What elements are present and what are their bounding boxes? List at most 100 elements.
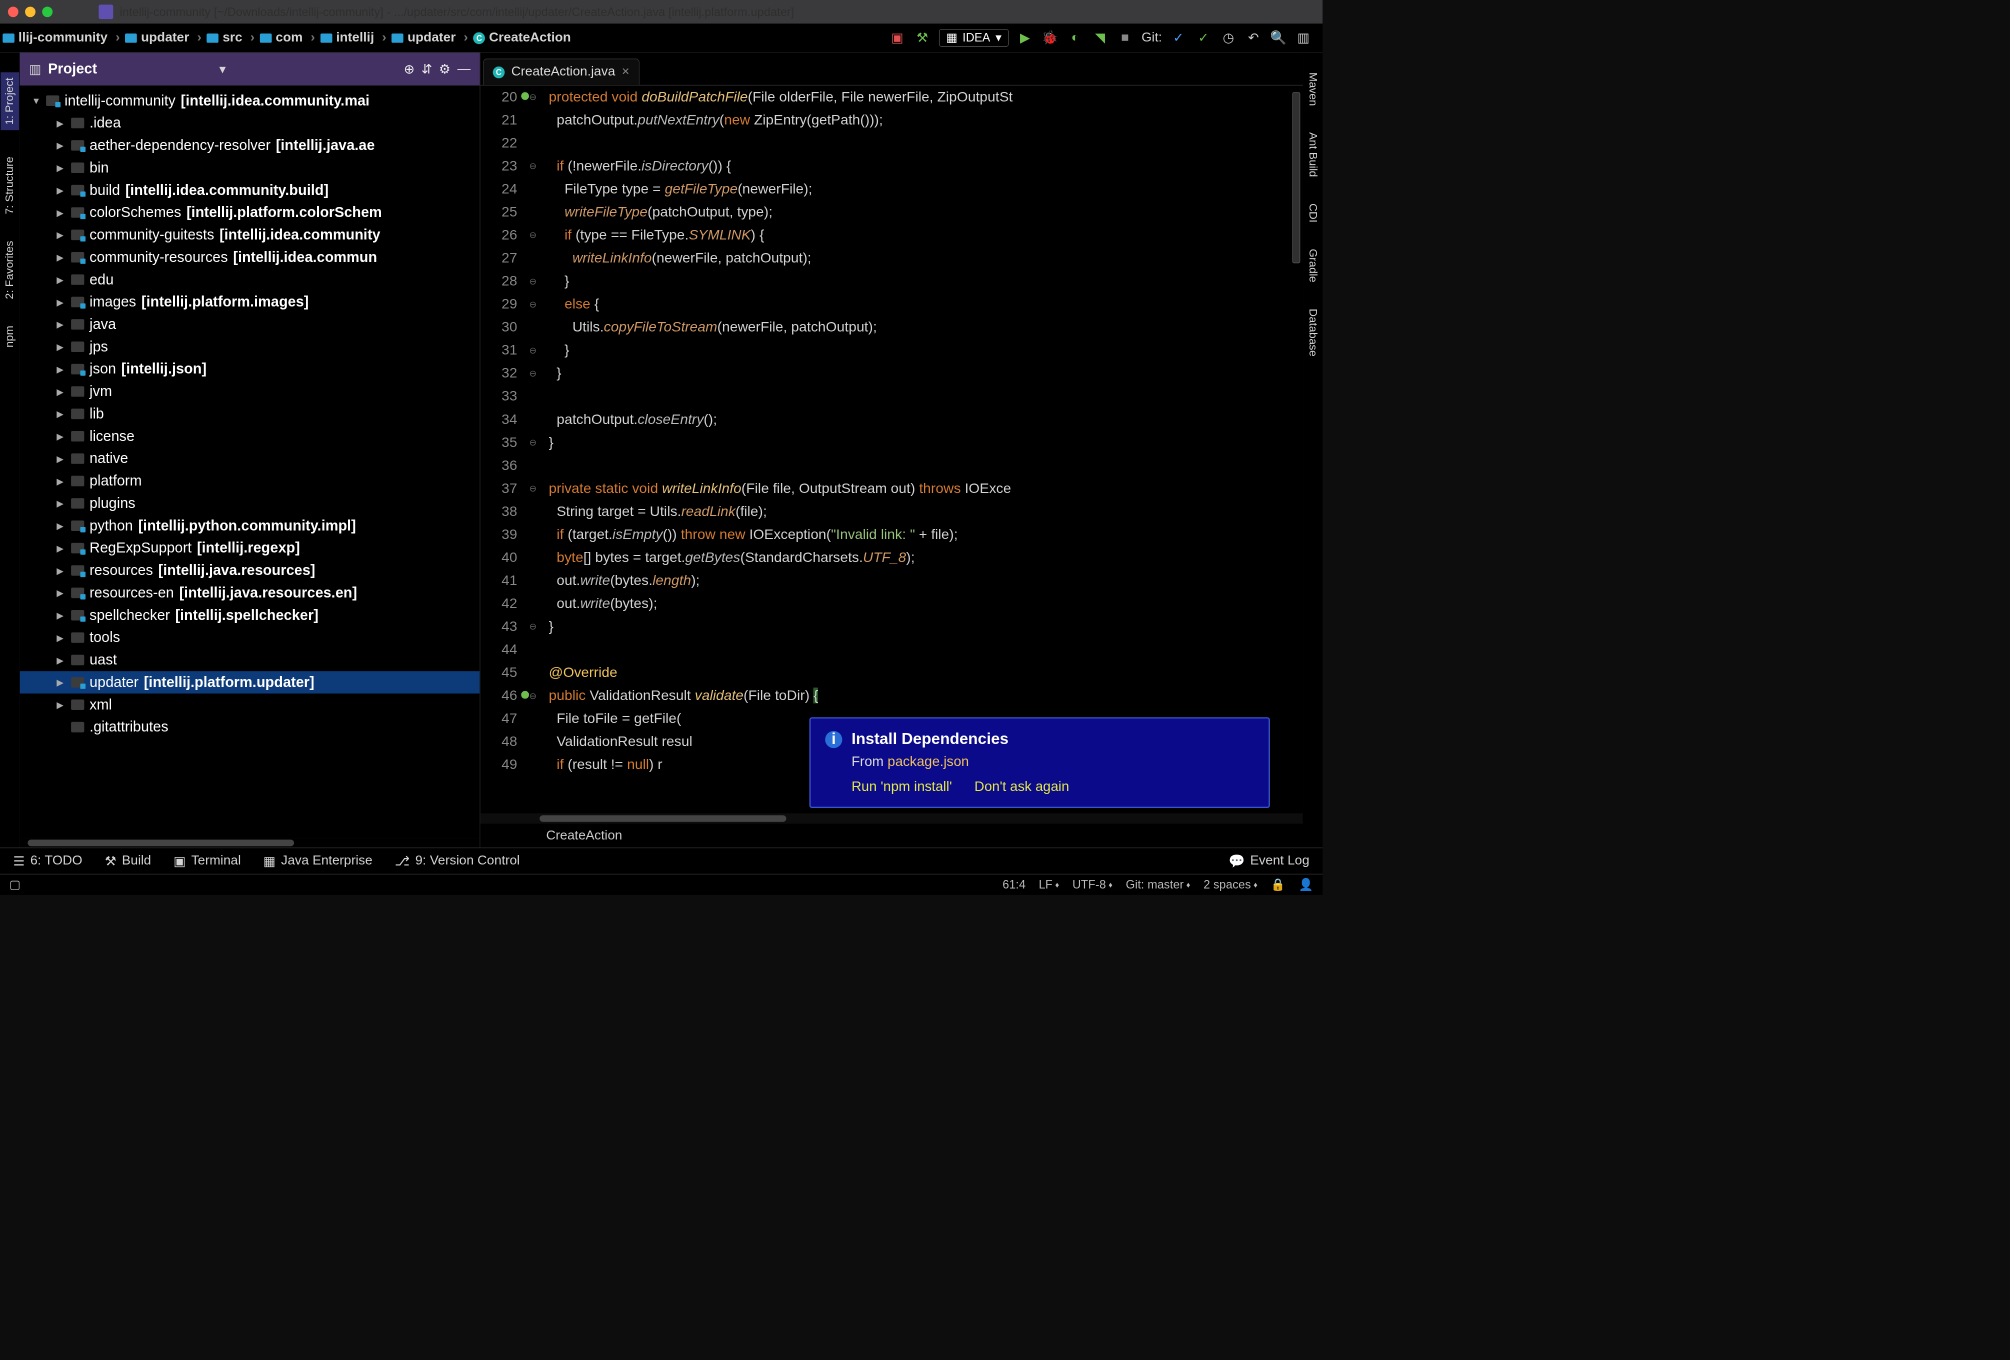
override-marker-icon[interactable] [521,691,529,699]
collapse-icon[interactable]: ⇵ [421,61,432,77]
expand-icon[interactable]: ▶ [57,408,66,419]
commit-icon[interactable]: ✓ [1195,29,1212,46]
tool-stripe-button[interactable]: CDI [1306,203,1319,222]
fold-icon[interactable]: ⊖ [529,615,537,638]
stop-icon[interactable]: ■ [1117,29,1134,46]
cursor-position[interactable]: 61:4 [1002,878,1025,892]
expand-icon[interactable]: ▶ [57,610,66,621]
indent-setting[interactable]: 2 spaces ♦ [1203,878,1257,892]
settings-icon[interactable]: ▥ [1295,29,1312,46]
tree-item[interactable]: ▶plugins [20,492,480,514]
horizontal-scrollbar[interactable] [480,813,1303,824]
fold-icon[interactable]: ⊖ [529,224,537,247]
expand-icon[interactable]: ▶ [57,475,66,486]
fold-icon[interactable]: ⊖ [529,339,537,362]
tree-item[interactable]: ▶community-resources [intellij.idea.comm… [20,246,480,268]
close-icon[interactable]: × [622,64,630,79]
expand-icon[interactable]: ▶ [57,117,66,128]
tree-item[interactable]: ▶json [intellij.json] [20,358,480,380]
tree-item[interactable]: ▶spellchecker [intellij.spellchecker] [20,604,480,626]
breadcrumb-segment[interactable]: llij-community› [3,30,124,45]
fold-icon[interactable]: ⊖ [529,293,537,316]
breadcrumb-segment[interactable]: com› [260,30,319,45]
dont-ask-again-link[interactable]: Don't ask again [974,779,1069,795]
line-separator[interactable]: LF ♦ [1039,878,1059,892]
tree-item[interactable]: ▶python [intellij.python.community.impl] [20,515,480,537]
event-log-button[interactable]: 💬 Event Log [1228,853,1309,869]
close-icon[interactable] [8,7,19,18]
expand-icon[interactable]: ▶ [57,386,66,397]
breadcrumb-segment[interactable]: updater› [392,30,472,45]
exit-icon[interactable]: ▣ [889,29,906,46]
expand-icon[interactable]: ▶ [57,632,66,643]
breadcrumb[interactable]: llij-community›updater›src›com›intellij›… [0,30,878,45]
breadcrumb-segment[interactable]: updater› [125,30,205,45]
vertical-scrollbar[interactable] [1292,92,1300,263]
expand-icon[interactable]: ▶ [57,140,66,151]
project-tree[interactable]: ▼intellij-community [intellij.idea.commu… [20,86,480,839]
fold-icon[interactable]: ⊖ [529,86,537,109]
fold-icon[interactable]: ⊖ [529,684,537,707]
git-branch[interactable]: Git: master ♦ [1126,878,1191,892]
coverage-icon[interactable]: ◐ [1067,29,1084,46]
run-icon[interactable]: ▶ [1017,29,1034,46]
expand-icon[interactable]: ▶ [57,453,66,464]
update-icon[interactable]: ✓ [1170,29,1187,46]
code-content[interactable]: protected void doBuildPatchFile(File old… [541,86,1303,814]
tree-item[interactable]: ▶jps [20,336,480,358]
tree-root[interactable]: ▼intellij-community [intellij.idea.commu… [20,89,480,111]
tree-item[interactable]: ▶community-guitests [intellij.idea.commu… [20,224,480,246]
tool-stripe-button[interactable]: 1: Project [1,72,19,130]
tool-stripe-button[interactable]: Ant Build [1306,132,1319,177]
expand-icon[interactable]: ▼ [32,95,41,106]
tree-item[interactable]: ▶lib [20,403,480,425]
file-encoding[interactable]: UTF-8 ♦ [1072,878,1112,892]
tree-item[interactable]: ▶resources-en [intellij.java.resources.e… [20,582,480,604]
fold-icon[interactable]: ⊖ [529,270,537,293]
search-icon[interactable]: 🔍 [1270,29,1287,46]
tree-item[interactable]: ▶images [intellij.platform.images] [20,291,480,313]
bottom-tool-button[interactable]: ⎇9: Version Control [395,853,520,869]
fold-icon[interactable]: ⊖ [529,477,537,500]
bottom-tool-button[interactable]: ☰6: TODO [13,853,82,869]
tree-item[interactable]: .gitattributes [20,716,480,738]
fold-icon[interactable]: ⊖ [529,155,537,178]
tree-item[interactable]: ▶edu [20,268,480,290]
expand-icon[interactable]: ▶ [57,296,66,307]
run-configuration-selector[interactable]: ▦ IDEA ▾ [939,29,1009,47]
override-marker-icon[interactable] [521,92,529,100]
locate-icon[interactable]: ⊕ [404,61,415,77]
tree-item[interactable]: ▶xml [20,694,480,716]
expand-icon[interactable]: ▶ [57,185,66,196]
expand-icon[interactable]: ▶ [57,274,66,285]
expand-icon[interactable]: ▶ [57,498,66,509]
editor-breadcrumb[interactable]: CreateAction [480,824,1303,848]
expand-icon[interactable]: ▶ [57,252,66,263]
tool-windows-icon[interactable]: ▢ [9,878,20,892]
expand-icon[interactable]: ▶ [57,341,66,352]
tool-stripe-button[interactable]: 7: Structure [3,156,16,214]
tree-item[interactable]: ▶tools [20,626,480,648]
tree-item[interactable]: ▶updater [intellij.platform.updater] [20,671,480,693]
hide-icon[interactable]: — [457,62,470,77]
debug-icon[interactable]: 🐞 [1042,29,1059,46]
chevron-down-icon[interactable]: ▾ [219,61,226,77]
breadcrumb-segment[interactable]: intellij› [320,30,390,45]
breadcrumb-segment[interactable]: CCreateAction [473,30,571,45]
profile-icon[interactable]: ◥ [1092,29,1109,46]
expand-icon[interactable]: ▶ [57,207,66,218]
tree-item[interactable]: ▶RegExpSupport [intellij.regexp] [20,537,480,559]
tree-item[interactable]: ▶platform [20,470,480,492]
tree-item[interactable]: ▶uast [20,649,480,671]
tree-item[interactable]: ▶build [intellij.idea.community.build] [20,179,480,201]
expand-icon[interactable]: ▶ [57,654,66,665]
expand-icon[interactable]: ▶ [57,162,66,173]
expand-icon[interactable]: ▶ [57,587,66,598]
fold-icon[interactable]: ⊖ [529,362,537,385]
editor-tab[interactable]: C CreateAction.java × [483,59,639,85]
hammer-icon[interactable]: ⚒ [914,29,931,46]
tool-stripe-button[interactable]: Gradle [1306,249,1319,283]
bottom-tool-button[interactable]: ▦Java Enterprise [263,853,372,869]
tool-stripe-button[interactable]: 2: Favorites [3,241,16,299]
expand-icon[interactable]: ▶ [57,543,66,554]
